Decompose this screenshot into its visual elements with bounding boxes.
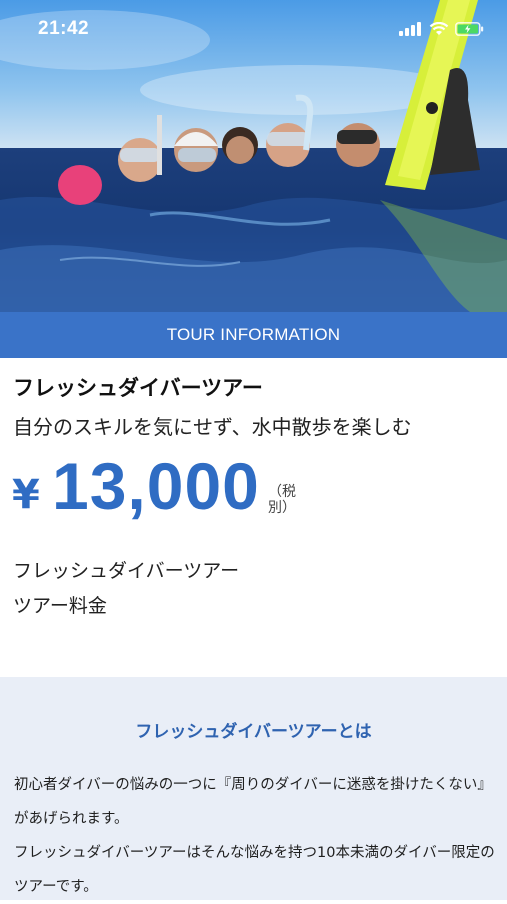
- about-body: 初心者ダイバーの悩みの一つに『周りのダイバーに迷惑を掛けたくない』があげられます…: [14, 768, 496, 904]
- price-amount: 13,000: [52, 449, 260, 523]
- plan-price-label: ツアー料金: [13, 595, 107, 617]
- price-display: ¥ 13,000 （税別）: [10, 448, 500, 533]
- wifi-icon: [429, 21, 449, 40]
- price-tax-label: （税別）: [268, 484, 296, 516]
- tour-subtitle: 自分のスキルを気にせず、水中散歩を楽しむ: [13, 415, 412, 439]
- signal-bars-icon: [399, 21, 423, 40]
- status-icons: [399, 20, 485, 40]
- tour-information-label: TOUR INFORMATION: [166, 325, 341, 344]
- about-paragraph: 初心者ダイバーの悩みの一つに『周りのダイバーに迷惑を掛けたくない』があげられます…: [14, 777, 492, 827]
- status-bar: 21:42: [0, 0, 507, 60]
- price-currency-symbol: ¥: [12, 472, 40, 518]
- plan-name: フレッシュダイバーツアー: [13, 560, 240, 582]
- about-section: フレッシュダイバーツアーとは 初心者ダイバーの悩みの一つに『周りのダイバーに迷惑…: [0, 677, 507, 900]
- status-time: 21:42: [38, 18, 90, 39]
- tour-information-bar: TOUR INFORMATION: [0, 312, 507, 358]
- about-heading: フレッシュダイバーツアーとは: [135, 722, 372, 742]
- battery-charging-icon: [455, 21, 485, 40]
- tour-title: フレッシュダイバーツアー: [13, 376, 263, 400]
- about-paragraph: フレッシュダイバーツアーはそんな悩みを持つ10本未満のダイバー限定のツアーです。: [14, 845, 495, 895]
